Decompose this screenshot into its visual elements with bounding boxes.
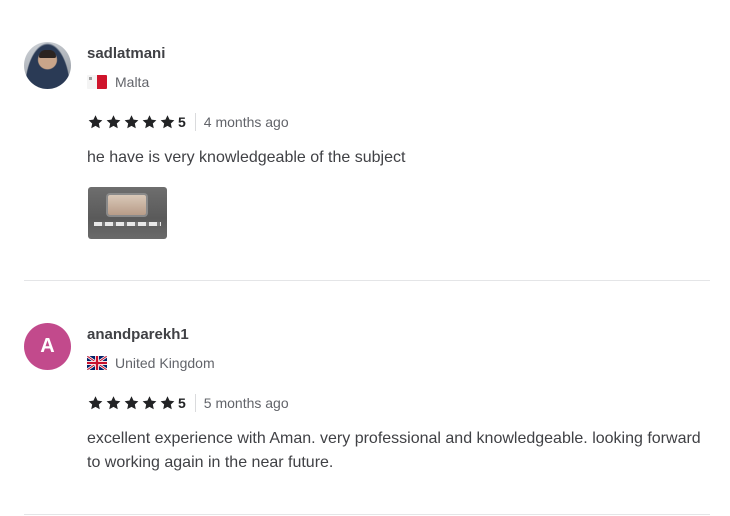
star-icon — [88, 396, 103, 410]
malta-flag-icon — [87, 75, 107, 89]
rating-score: 5 — [178, 395, 186, 411]
review-divider — [24, 280, 710, 281]
review-attachment-thumbnail[interactable] — [88, 187, 167, 239]
thumbnail-bar — [94, 222, 161, 226]
avatar[interactable]: A — [24, 323, 71, 370]
review-text: excellent experience with Aman. very pro… — [87, 430, 701, 471]
star-icon — [142, 396, 157, 410]
reviewer-country: Malta — [87, 74, 149, 90]
avatar-letter: A — [40, 335, 55, 357]
review-divider — [24, 514, 710, 515]
thumbnail-screen — [108, 195, 146, 215]
country-label: United Kingdom — [115, 355, 215, 371]
review-time: 4 months ago — [203, 114, 289, 130]
rating-row: 5 5 months ago — [87, 394, 289, 412]
star-rating — [87, 114, 176, 130]
rating-separator — [194, 394, 196, 412]
reviewer-name[interactable]: anandparekh1 — [87, 326, 189, 343]
reviewer-country: United Kingdom — [87, 355, 215, 371]
avatar[interactable] — [24, 42, 71, 89]
star-icon — [160, 396, 175, 410]
reviewer-name[interactable]: sadlatmani — [87, 45, 165, 62]
star-icon — [88, 115, 103, 129]
uk-flag-icon — [87, 356, 107, 370]
star-icon — [124, 115, 139, 129]
country-label: Malta — [115, 74, 150, 90]
star-rating — [87, 395, 176, 411]
review-time: 5 months ago — [203, 395, 289, 411]
rating-score: 5 — [178, 114, 186, 130]
star-icon — [106, 396, 121, 410]
rating-separator — [194, 113, 196, 131]
star-icon — [124, 396, 139, 410]
review-text: he have is very knowledgeable of the sub… — [87, 149, 406, 166]
rating-row: 5 4 months ago — [87, 113, 289, 131]
star-icon — [160, 115, 175, 129]
star-icon — [142, 115, 157, 129]
star-icon — [106, 115, 121, 129]
